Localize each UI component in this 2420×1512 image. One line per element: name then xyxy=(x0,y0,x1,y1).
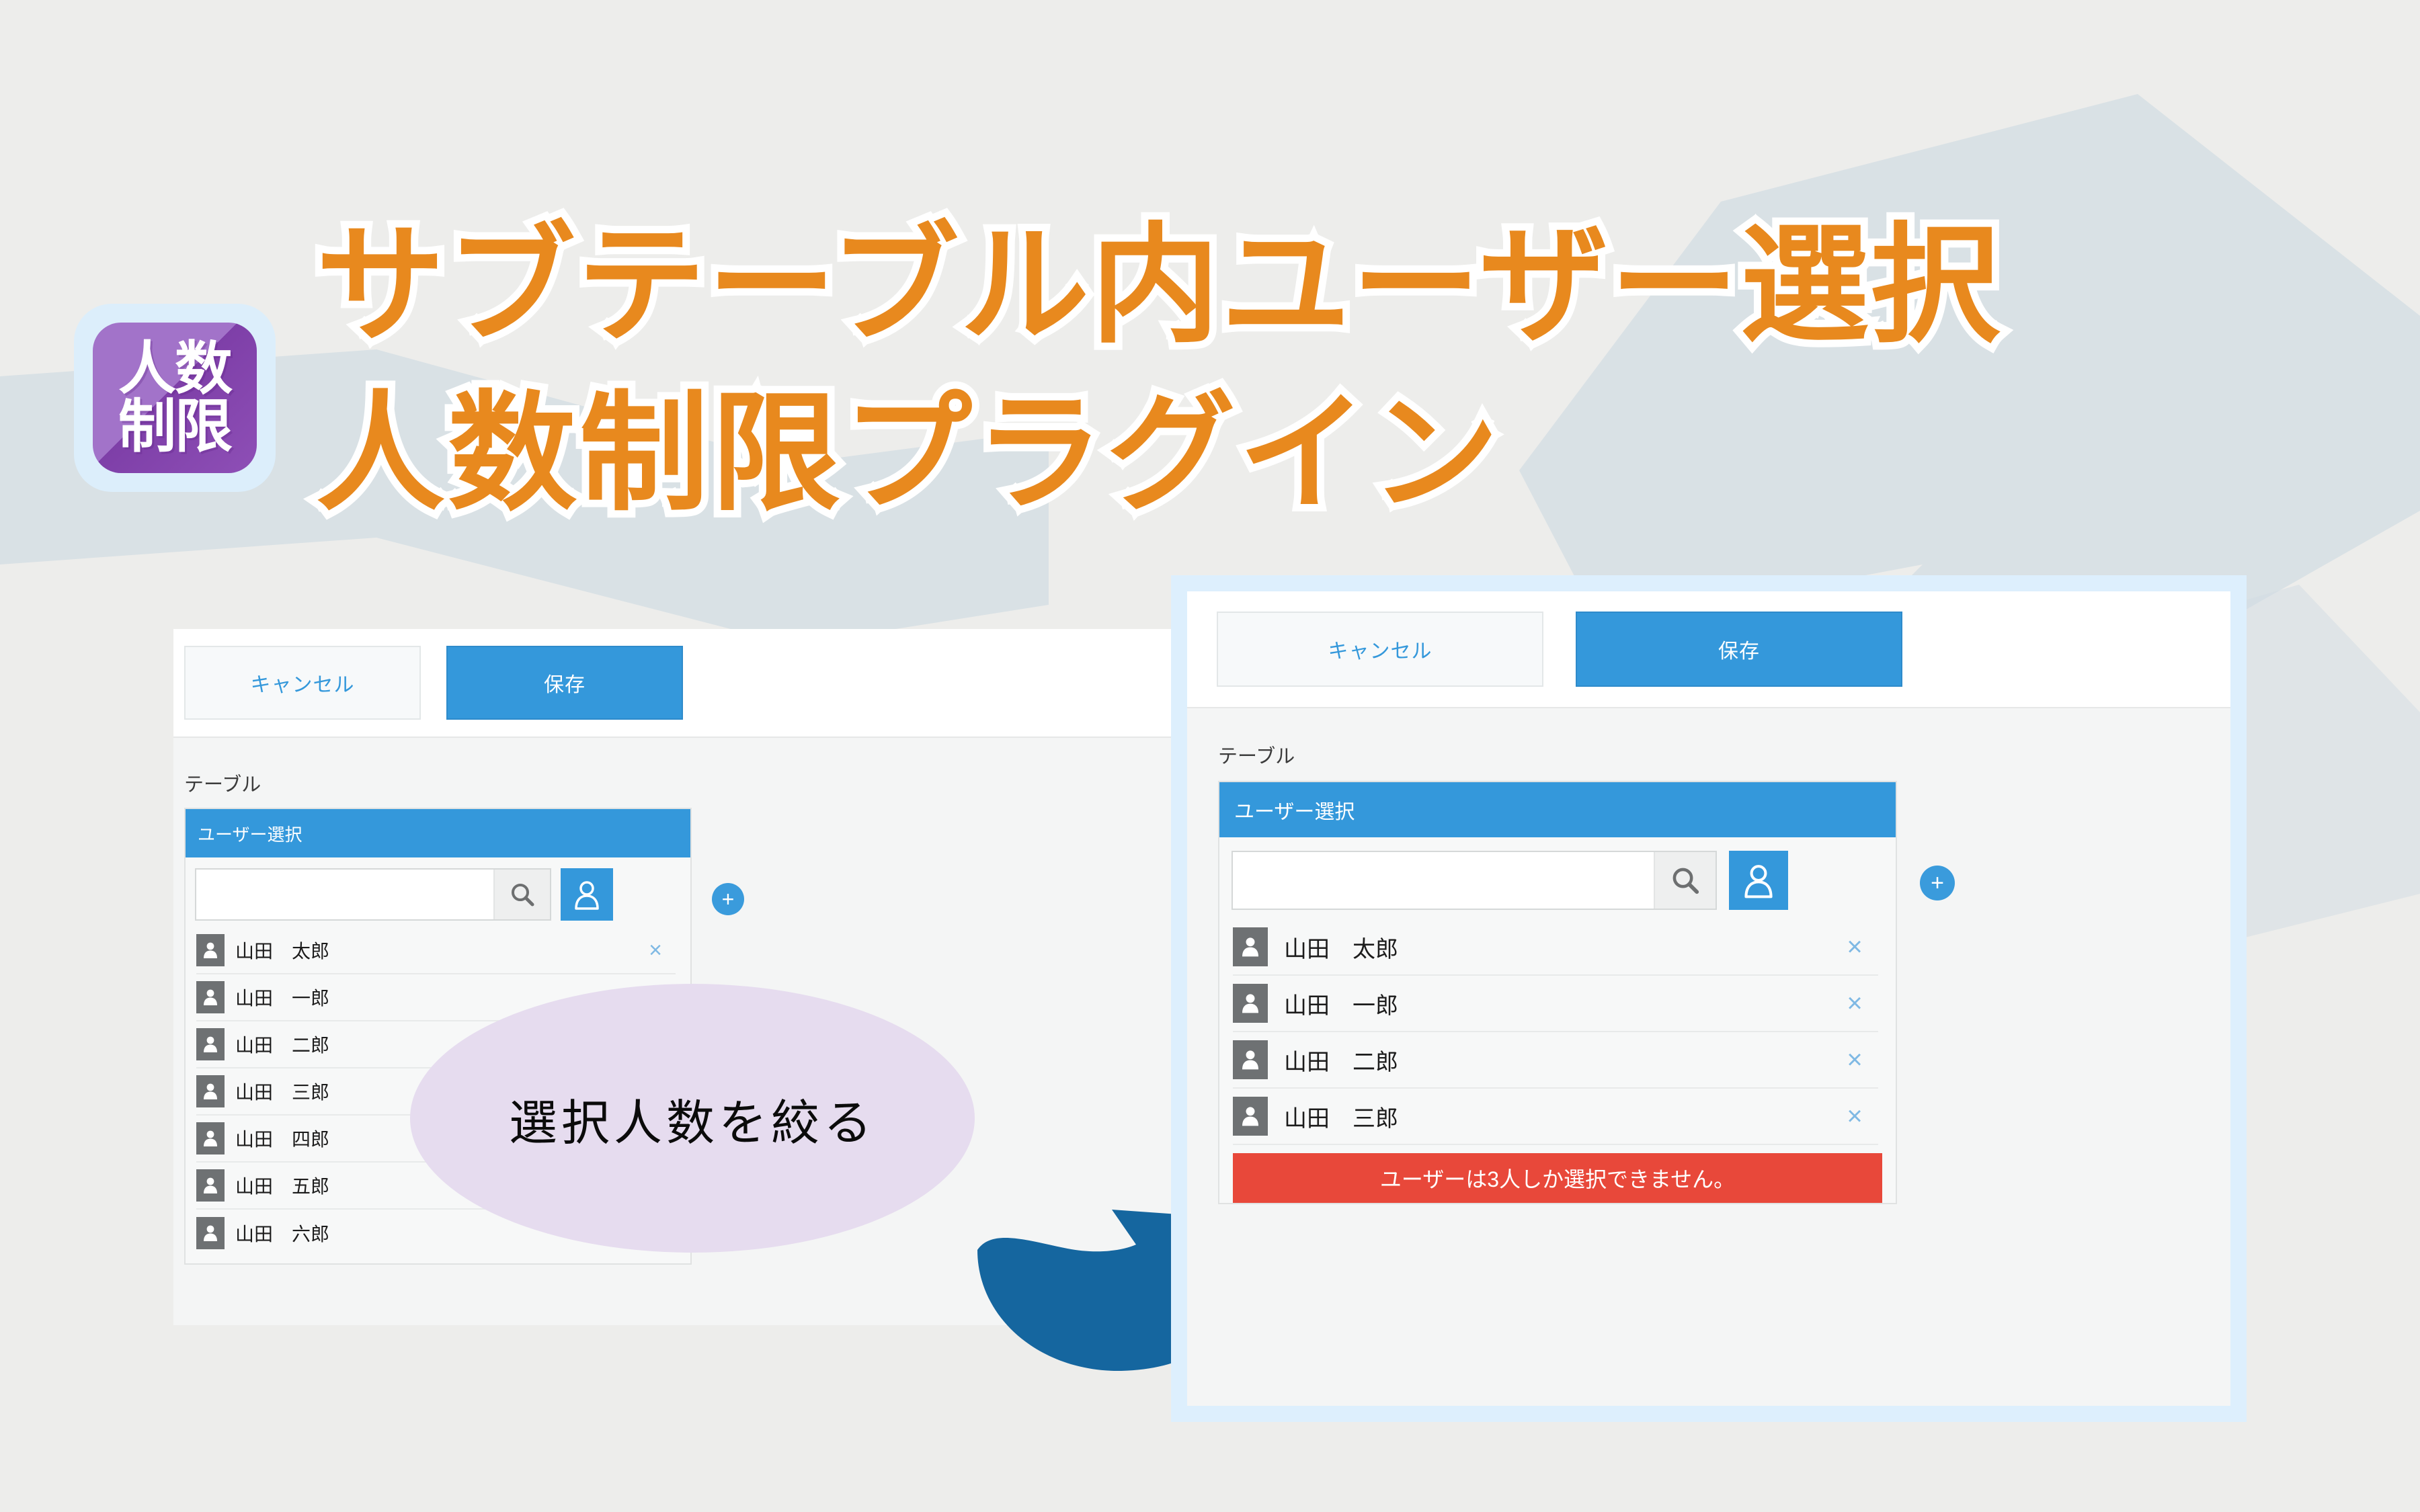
after-form-body: テーブル ユーザー選択 山田 太郎 × 山田 一郎 × 山田 二郎 × 山田 三… xyxy=(1187,707,2230,1406)
remove-user-button[interactable]: × xyxy=(1831,989,1878,1019)
table-field-label: テーブル xyxy=(1218,746,1295,767)
page-title-line2: 人数制限プラグイン xyxy=(309,374,1506,533)
user-name: 山田 太郎 xyxy=(1284,936,1398,962)
save-button[interactable]: 保存 xyxy=(1576,612,1902,687)
user-name: 山田 一郎 xyxy=(1284,993,1398,1019)
remove-user-button[interactable]: × xyxy=(1831,932,1878,962)
user-search-row xyxy=(1219,837,1896,919)
selected-user-list: 山田 太郎 × 山田 一郎 × xyxy=(1219,919,1896,1203)
avatar xyxy=(1233,984,1268,1023)
hero-banner: 人数 制限 サブテーブル内ユーザー選択 人数制限プラグイン xyxy=(0,0,2420,558)
page-title-line1: サブテーブル内ユーザー選択 xyxy=(309,206,2007,365)
add-row-button[interactable]: + xyxy=(712,883,744,915)
avatar xyxy=(1233,1040,1268,1079)
plugin-icon-inner: 人数 制限 xyxy=(93,323,257,473)
remove-user-button[interactable]: × xyxy=(1831,1101,1878,1132)
plugin-icon-badge: 人数 制限 xyxy=(74,304,276,492)
table-row[interactable]: 山田 太郎 × xyxy=(196,927,676,974)
cancel-button[interactable]: キャンセル xyxy=(1217,612,1543,687)
subtable-column-header: ユーザー選択 xyxy=(186,809,690,857)
search-icon[interactable] xyxy=(493,870,550,919)
subtable-column-header: ユーザー選択 xyxy=(1219,782,1896,837)
search-input[interactable] xyxy=(1233,852,1654,909)
avatar xyxy=(1233,1097,1268,1136)
user-name: 山田 二郎 xyxy=(1284,1049,1398,1075)
callout-bubble: 選択人数を絞る xyxy=(410,984,975,1253)
avatar xyxy=(196,1075,225,1107)
search-box[interactable] xyxy=(195,868,551,921)
error-message-bar: ユーザーは3人しか選択できません。 xyxy=(1233,1153,1882,1203)
table-row[interactable]: 山田 一郎 × xyxy=(1233,976,1878,1032)
table-row[interactable]: 山田 三郎 × xyxy=(1233,1089,1878,1145)
avatar xyxy=(196,1028,225,1060)
avatar xyxy=(1233,927,1268,966)
avatar xyxy=(196,1169,225,1202)
after-screenshot-panel: キャンセル 保存 テーブル ユーザー選択 山田 太郎 × 山田 一郎 × 山田 … xyxy=(1187,591,2230,1406)
user-picker-button[interactable] xyxy=(561,868,613,921)
callout-text: 選択人数を絞る xyxy=(508,1096,876,1150)
avatar xyxy=(196,981,225,1013)
user-picker-button[interactable] xyxy=(1729,851,1788,910)
page-title: サブテーブル内ユーザー選択 人数制限プラグイン xyxy=(309,202,2366,537)
user-name: 山田 三郎 xyxy=(1284,1105,1398,1132)
plugin-icon-line1: 人数 xyxy=(118,337,233,401)
avatar xyxy=(196,934,225,966)
plugin-icon-line2: 制限 xyxy=(118,394,233,459)
avatar xyxy=(196,1217,225,1249)
user-name: 山田 太郎 xyxy=(235,941,330,962)
add-row-button[interactable]: + xyxy=(1920,866,1955,900)
remove-user-button[interactable]: × xyxy=(1831,1045,1878,1075)
avatar xyxy=(196,1122,225,1154)
after-toolbar: キャンセル 保存 xyxy=(1187,591,2230,707)
after-screenshot-frame: キャンセル 保存 テーブル ユーザー選択 山田 太郎 × 山田 一郎 × 山田 … xyxy=(1171,575,2247,1422)
search-box[interactable] xyxy=(1232,851,1717,910)
subtable: ユーザー選択 xyxy=(1218,781,1897,1204)
search-input[interactable] xyxy=(196,870,493,919)
table-row[interactable]: 山田 太郎 × xyxy=(1233,919,1878,976)
remove-user-button[interactable]: × xyxy=(635,937,676,964)
user-search-row xyxy=(186,857,690,927)
table-row[interactable]: 山田 二郎 × xyxy=(1233,1032,1878,1089)
save-button[interactable]: 保存 xyxy=(446,646,683,720)
search-icon[interactable] xyxy=(1654,852,1716,909)
cancel-button[interactable]: キャンセル xyxy=(184,646,421,720)
